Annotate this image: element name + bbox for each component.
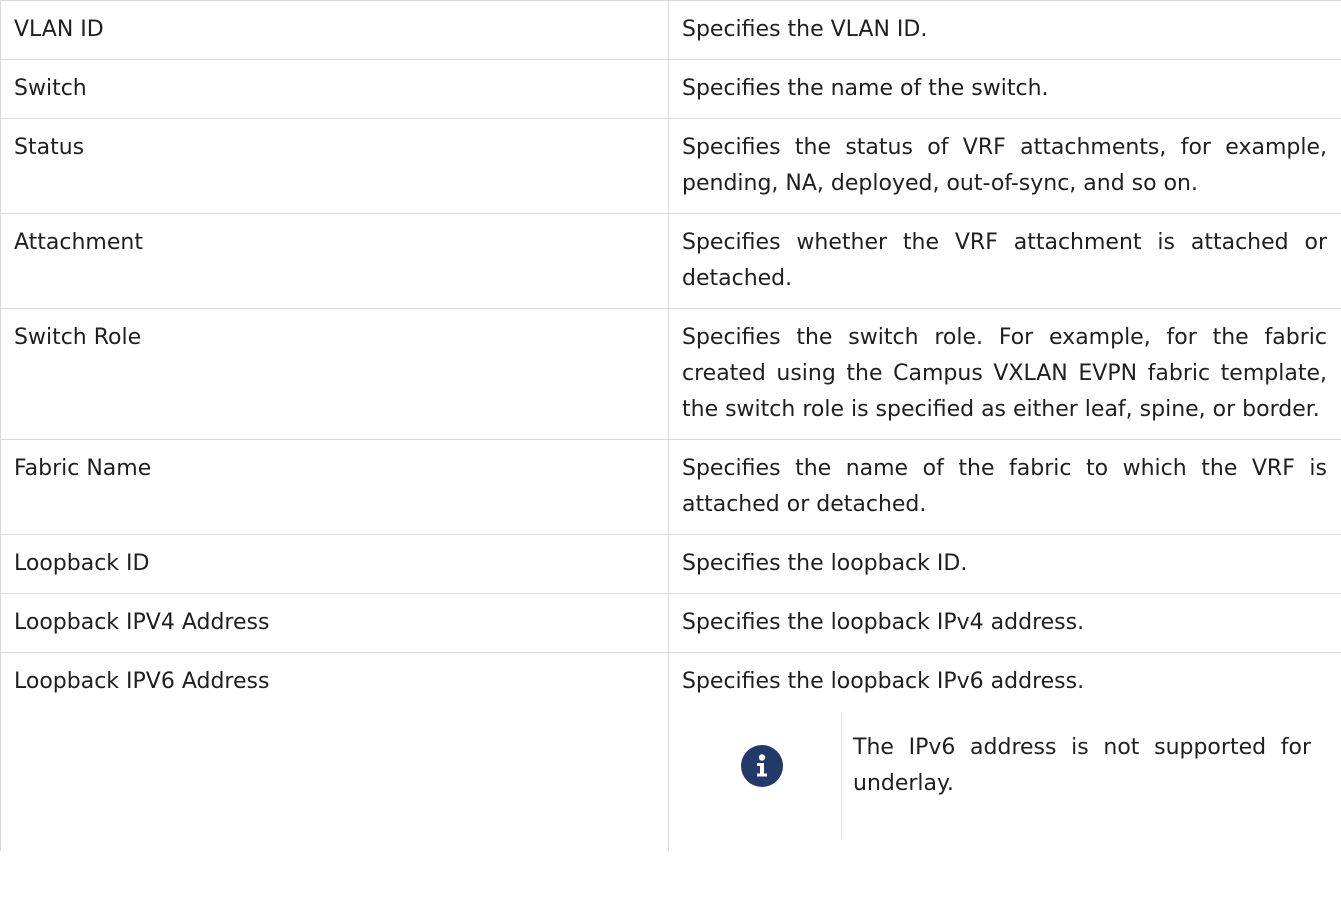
- table-row: Attachment Specifies whether the VRF att…: [0, 213, 1341, 309]
- table-row: Status Specifies the status of VRF attac…: [0, 118, 1341, 214]
- param-description: Specifies the switch role. For example, …: [668, 308, 1341, 440]
- note-text: The IPv6 address is not supported for un…: [853, 735, 1311, 796]
- param-description: Specifies whether the VRF attachment is …: [668, 213, 1341, 309]
- param-description: Specifies the VLAN ID.: [668, 0, 1341, 60]
- table-row: Fabric Name Specifies the name of the fa…: [0, 439, 1341, 535]
- param-description: Specifies the loopback IPv4 address.: [668, 593, 1341, 653]
- param-description-cell: Specifies the loopback IPv6 address. The…: [668, 652, 1341, 851]
- param-name: Switch Role: [0, 308, 669, 440]
- param-name: Loopback IPV4 Address: [0, 593, 669, 653]
- param-description: Specifies the status of VRF attachments,…: [668, 118, 1341, 214]
- parameter-table: VLAN ID Specifies the VLAN ID. Switch Sp…: [0, 0, 1341, 851]
- info-icon: [740, 745, 783, 787]
- param-description: Specifies the name of the switch.: [668, 59, 1341, 119]
- table-row: Loopback IPV6 Address Specifies the loop…: [0, 652, 1341, 851]
- param-description: Specifies the name of the fabric to whic…: [668, 439, 1341, 535]
- param-name: Switch: [0, 59, 669, 119]
- param-name: Loopback IPV6 Address: [0, 652, 669, 851]
- param-name: Attachment: [0, 213, 669, 309]
- note-callout: The IPv6 address is not supported for un…: [682, 712, 1327, 840]
- param-name: Fabric Name: [0, 439, 669, 535]
- note-icon-column: [682, 712, 842, 840]
- param-description: Specifies the loopback IPv6 address.: [682, 669, 1085, 694]
- table-row: Loopback ID Specifies the loopback ID.: [0, 534, 1341, 594]
- param-name: Loopback ID: [0, 534, 669, 594]
- param-description: Specifies the loopback ID.: [668, 534, 1341, 594]
- table-row: Switch Role Specifies the switch role. F…: [0, 308, 1341, 440]
- table-row: Switch Specifies the name of the switch.: [0, 59, 1341, 119]
- table-row: VLAN ID Specifies the VLAN ID.: [0, 0, 1341, 60]
- table-row: Loopback IPV4 Address Specifies the loop…: [0, 593, 1341, 653]
- param-name: VLAN ID: [0, 0, 669, 60]
- param-name: Status: [0, 118, 669, 214]
